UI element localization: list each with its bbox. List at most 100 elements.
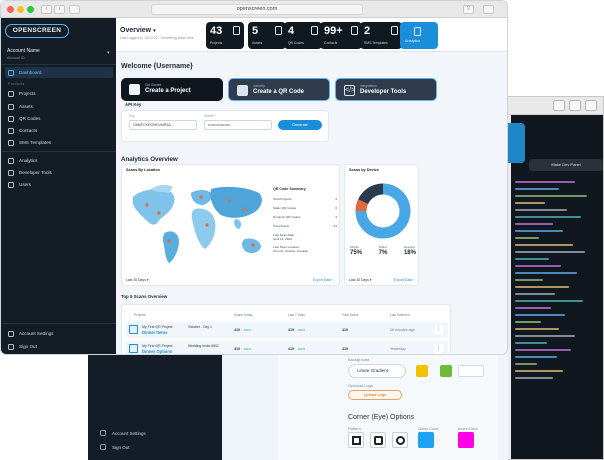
column-header[interactable]: Last Scanned: [390, 313, 410, 317]
stat-contacts[interactable]: 99+ Contacts: [320, 22, 362, 49]
code-line: [515, 237, 539, 239]
contacts-icon: [8, 127, 14, 134]
stat-qr-codes[interactable]: 4 QR Codes: [284, 22, 322, 49]
scans-by-location-card: Scans By Location QR Code Summary Total …: [121, 164, 340, 286]
location-range-select[interactable]: Last 30 Days ▾: [126, 278, 148, 282]
sidebar-item-account-settings[interactable]: Account Settings: [5, 328, 113, 339]
donut-slice-desktop[interactable]: [358, 183, 384, 205]
gradient-hex-field[interactable]: [458, 365, 484, 377]
device-legend-tablet: Tablet 7%: [378, 245, 388, 256]
maximize-icon[interactable]: [27, 6, 34, 13]
sidebar-item-contacts[interactable]: Contacts: [5, 125, 113, 136]
account-switcher[interactable]: Account Name Account ID: [7, 48, 40, 60]
page-subtitle: Last Logged In: 10/12/22 · Something abo…: [120, 36, 194, 40]
dashboard-window: ‹ › openscreen.com ⇧ OPENSCREEN Account …: [0, 0, 508, 355]
tabs-icon[interactable]: [569, 100, 581, 111]
minimize-icon[interactable]: [17, 6, 24, 13]
code-line: [515, 244, 573, 246]
qr-thumbnail: [129, 325, 138, 334]
sidebar-item-developer-tools[interactable]: Developer Tools: [5, 167, 113, 178]
outer-color-swatch[interactable]: [418, 432, 434, 448]
scan-marker: [157, 211, 161, 215]
inner-color-swatch[interactable]: [458, 432, 474, 448]
qr-window-account-settings[interactable]: Account Settings: [100, 430, 146, 436]
chevron-down-icon[interactable]: ▾: [107, 50, 110, 56]
stat-sms-templates[interactable]: 2 SMS Templates: [360, 22, 402, 49]
sidebar-item-users[interactable]: Users: [5, 179, 113, 190]
sidebar-item-projects[interactable]: Projects: [5, 88, 113, 99]
device-legend-desktop: Desktop 18%: [403, 245, 416, 256]
location-export-link[interactable]: Export Data ›: [313, 278, 333, 282]
sidebar-item-sign-out[interactable]: Sign Out: [5, 341, 113, 352]
device-export-link[interactable]: Export Data ›: [394, 278, 414, 282]
corner-square-option[interactable]: [348, 432, 364, 448]
more-icon[interactable]: ⋮: [434, 344, 443, 354]
make-dev-panel-button[interactable]: Make Dev Panel: [529, 159, 603, 171]
users-icon: [8, 181, 14, 188]
qr-window-main: Background Linear Gradient Optional Logo…: [222, 350, 508, 460]
project-name: My First QR Project Dinner Items: [142, 325, 173, 335]
stat-projects[interactable]: 43 Projects: [206, 22, 244, 49]
column-header[interactable]: Projects: [134, 313, 146, 317]
device-range-select[interactable]: Last 30 Days ▾: [349, 278, 371, 282]
code-line: [515, 321, 541, 323]
upload-logo-button[interactable]: Upload Logo: [348, 390, 402, 400]
column-header[interactable]: Total Scans: [342, 313, 358, 317]
create-project-button[interactable]: Get Started Create a Project: [121, 78, 223, 101]
folder-icon: [233, 26, 240, 35]
forward-icon[interactable]: ›: [54, 5, 65, 14]
scans-by-device-card: Scans by Device Mobile 75% Tablet 7% Deskt…: [344, 164, 419, 286]
qr-code-summary: QR Code Summary Total Projects 3 Static Q…: [273, 187, 337, 253]
create-qr-code-button[interactable]: Instantly Create a QR Code: [228, 78, 330, 101]
column-header[interactable]: Last 7 Days: [288, 313, 305, 317]
qr-window-sign-out[interactable]: Sign Out: [100, 444, 130, 450]
tabs-icon[interactable]: [483, 5, 494, 14]
gradient-color-2[interactable]: [440, 365, 452, 377]
api-key-title: API Key: [125, 102, 142, 107]
gradient-select[interactable]: Linear Gradient: [348, 364, 406, 378]
scan-marker: [145, 203, 149, 207]
last-scanned: 26 minutes ago: [390, 328, 415, 332]
corner-rounded-option[interactable]: [370, 432, 386, 448]
page-title[interactable]: Overview ▾: [120, 27, 156, 34]
project-name: My First QR Project Dinner Options: [142, 344, 173, 354]
generate-button[interactable]: Generate: [278, 120, 322, 130]
table-row[interactable]: My First QR Project Dinner Items October …: [126, 322, 448, 338]
openscreen-logo[interactable]: OPENSCREEN: [5, 24, 69, 38]
developer-tools-button[interactable]: </> Integrations Developer Tools: [335, 78, 437, 101]
world-map[interactable]: [125, 179, 273, 271]
main-content: Welcome {Username} Get Started Create a …: [116, 52, 507, 354]
device-donut-chart[interactable]: [353, 181, 413, 241]
code-line: [515, 342, 547, 344]
address-bar[interactable]: openscreen.com: [151, 4, 363, 15]
more-icon[interactable]: ⋮: [434, 325, 443, 335]
api-secret-field[interactable]: ••••••••••••••••••: [204, 120, 272, 130]
top-scans-table: Projects Scans Today Last 7 Days Total S…: [121, 304, 451, 354]
corner-circle-option[interactable]: [392, 432, 408, 448]
donut-slice-tablet[interactable]: [355, 199, 369, 212]
column-header[interactable]: Scans Today: [234, 313, 252, 317]
gradient-color-1[interactable]: [416, 365, 428, 377]
sidebar-item-qr-codes[interactable]: QR Codes: [5, 113, 113, 124]
sidebar-item-dashboard[interactable]: Dashboard: [5, 67, 113, 78]
qr-thumbnail: [129, 344, 138, 353]
sms-icon: [391, 26, 398, 35]
api-key-field[interactable]: G8MFCKRONFUMR3A...: [129, 120, 197, 130]
back-icon[interactable]: ‹: [41, 5, 52, 14]
scans-today: 410 ↑ 100%: [234, 347, 252, 351]
close-icon[interactable]: [7, 6, 14, 13]
add-tab-icon[interactable]: [585, 100, 597, 111]
share-icon[interactable]: [553, 100, 565, 111]
stat-assets[interactable]: 5 Assets: [248, 22, 286, 49]
share-icon[interactable]: ⇧: [463, 5, 474, 14]
stat-analytics[interactable]: Analytics: [400, 22, 438, 49]
sidebar-item-sms-templates[interactable]: SMS Templates: [5, 137, 113, 148]
sidebar-item-assets[interactable]: Assets: [5, 101, 113, 112]
sidebar-toggle-icon[interactable]: [69, 5, 80, 14]
code-area[interactable]: Make Dev Panel: [481, 115, 603, 459]
code-line: [515, 272, 577, 274]
sidebar-item-analytics[interactable]: Analytics: [5, 155, 113, 166]
settings-icon: [8, 330, 14, 337]
table-row[interactable]: My First QR Project Dinner Options Weddin…: [126, 341, 448, 354]
key-label: Key: [129, 114, 135, 118]
